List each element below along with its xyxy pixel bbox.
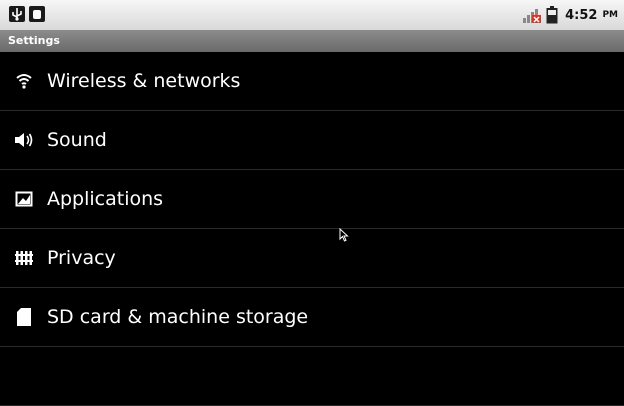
- applications-icon: [14, 189, 34, 209]
- status-bar[interactable]: 4:52 PM: [0, 0, 624, 30]
- speaker-icon: [14, 130, 34, 150]
- settings-item-label: Applications: [47, 188, 164, 210]
- status-right: 4:52 PM: [522, 5, 618, 25]
- settings-item-storage[interactable]: SD card & machine storage: [0, 288, 624, 347]
- settings-item-wireless[interactable]: Wireless & networks: [0, 52, 624, 111]
- settings-item-applications[interactable]: Applications: [0, 170, 624, 229]
- usb-debugging-icon: [29, 6, 45, 22]
- settings-item-label: Privacy: [47, 247, 116, 269]
- usb-icon: [9, 6, 25, 22]
- settings-list: Wireless & networks Sound Applications P…: [0, 52, 624, 406]
- settings-item-label: Sound: [47, 129, 107, 151]
- mouse-cursor-icon: [339, 228, 349, 242]
- settings-item-privacy[interactable]: Privacy: [0, 229, 624, 288]
- settings-item-partial[interactable]: [0, 347, 624, 406]
- clock: 4:52: [565, 7, 598, 23]
- page-title: Settings: [0, 30, 624, 52]
- sd-card-icon: [14, 307, 34, 327]
- privacy-icon: [14, 248, 34, 268]
- wifi-icon: [14, 71, 34, 91]
- settings-item-sound[interactable]: Sound: [0, 111, 624, 170]
- battery-icon: [546, 6, 558, 24]
- no-signal-icon: [523, 9, 542, 23]
- settings-item-label: Wireless & networks: [47, 70, 241, 92]
- clock-ampm: PM: [602, 10, 618, 20]
- settings-item-label: SD card & machine storage: [47, 306, 309, 328]
